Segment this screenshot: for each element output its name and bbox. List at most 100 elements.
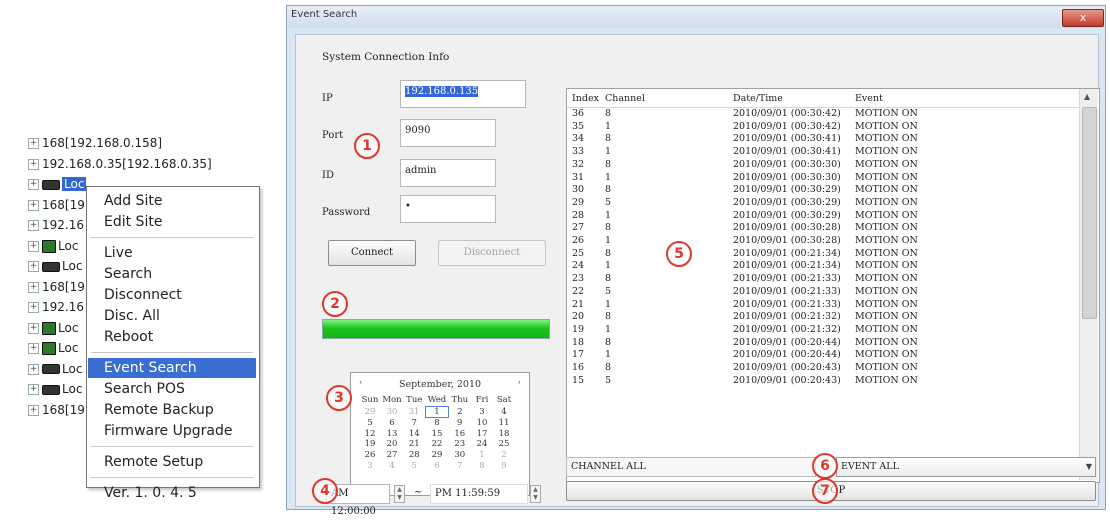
calendar-day[interactable]: 10 [471, 418, 493, 429]
calendar-day[interactable]: 11 [493, 418, 515, 429]
calendar-day[interactable]: 1 [425, 405, 449, 419]
tree-item[interactable]: + Loc [28, 338, 78, 358]
disconnect-button[interactable]: Disconnect [438, 240, 546, 266]
calendar-day[interactable]: 8 [426, 418, 449, 429]
menu-item-ver-1-0-4-5[interactable]: Ver. 1. 0. 4. 5 [88, 483, 256, 503]
table-row[interactable]: 23 8 2010/09/01 (00:21:33) MOTION ON [567, 273, 1079, 286]
tree-item[interactable]: +192.16 [28, 215, 84, 235]
menu-item-disc-all[interactable]: Disc. All [88, 306, 256, 326]
menu-item-edit-site[interactable]: Edit Site [88, 212, 256, 232]
table-row[interactable]: 30 8 2010/09/01 (00:30:29) MOTION ON [567, 184, 1079, 197]
tree-item[interactable]: + Loc [28, 174, 87, 194]
expand-icon[interactable]: + [28, 302, 39, 313]
calendar-day[interactable]: 16 [449, 429, 472, 440]
table-row[interactable]: 32 8 2010/09/01 (00:30:30) MOTION ON [567, 159, 1079, 172]
column-header[interactable]: Date/Time [733, 93, 783, 104]
calendar-day[interactable]: 9 [493, 461, 515, 472]
table-row[interactable]: 17 1 2010/09/01 (00:20:44) MOTION ON [567, 349, 1079, 362]
port-field[interactable]: 9090 [400, 119, 496, 147]
tree-item[interactable]: + Loc [28, 318, 78, 338]
menu-item-event-search[interactable]: Event Search [88, 358, 256, 378]
expand-icon[interactable]: + [28, 363, 39, 375]
expand-icon[interactable]: + [28, 384, 39, 395]
menu-item-search-pos[interactable]: Search POS [88, 379, 256, 399]
table-row[interactable]: 19 1 2010/09/01 (00:21:32) MOTION ON [567, 324, 1079, 337]
expand-icon[interactable]: + [28, 158, 39, 170]
calendar-day[interactable]: 3 [471, 406, 493, 418]
calendar-day[interactable]: 8 [471, 461, 493, 472]
expand-icon[interactable]: + [28, 343, 39, 354]
table-row[interactable]: 35 1 2010/09/01 (00:30:42) MOTION ON [567, 121, 1079, 134]
expand-icon[interactable]: + [28, 138, 39, 149]
calendar-day[interactable]: 28 [403, 450, 426, 461]
menu-item-live[interactable]: Live [88, 243, 256, 263]
expand-icon[interactable]: + [28, 404, 39, 416]
calendar-day[interactable]: 6 [381, 418, 403, 429]
tree-item[interactable]: + Loc [28, 359, 82, 379]
calendar-day[interactable]: 30 [381, 406, 403, 418]
tree-item[interactable]: +168[19 [28, 277, 85, 297]
channel-filter-select[interactable]: CHANNEL ALL [566, 457, 816, 477]
table-row[interactable]: 28 1 2010/09/01 (00:30:29) MOTION ON [567, 210, 1079, 223]
calendar-day[interactable]: 25 [493, 439, 515, 450]
calendar-day[interactable]: 29 [359, 406, 381, 418]
calendar-day[interactable]: 7 [449, 461, 472, 472]
tree-item[interactable]: + Loc [28, 379, 82, 399]
menu-item-remote-backup[interactable]: Remote Backup [88, 400, 256, 420]
calendar-day[interactable]: 17 [471, 429, 493, 440]
calendar-day[interactable]: 14 [403, 429, 426, 440]
expand-icon[interactable]: + [28, 199, 39, 211]
expand-icon[interactable]: + [28, 281, 39, 293]
table-row[interactable]: 26 1 2010/09/01 (00:30:28) MOTION ON [567, 235, 1079, 248]
table-row[interactable]: 21 1 2010/09/01 (00:21:33) MOTION ON [567, 299, 1079, 312]
end-time-spinner[interactable]: ▲ ▼ [530, 485, 541, 503]
ip-field[interactable]: 192.168.0.135 [400, 80, 526, 108]
calendar-day[interactable]: 4 [493, 406, 515, 418]
calendar-day[interactable]: 23 [449, 439, 472, 450]
calendar-next-icon[interactable]: › [517, 378, 521, 388]
calendar-day[interactable]: 15 [426, 429, 449, 440]
calendar-day[interactable]: 9 [449, 418, 472, 429]
table-row[interactable]: 18 8 2010/09/01 (00:20:44) MOTION ON [567, 337, 1079, 350]
id-field[interactable]: admin [400, 159, 496, 187]
table-row[interactable]: 29 5 2010/09/01 (00:30:29) MOTION ON [567, 197, 1079, 210]
menu-item-firmware-upgrade[interactable]: Firmware Upgrade [88, 421, 256, 441]
expand-icon[interactable]: + [28, 220, 39, 231]
table-row[interactable]: 15 5 2010/09/01 (00:20:43) MOTION ON [567, 375, 1079, 388]
table-row[interactable]: 25 8 2010/09/01 (00:21:34) MOTION ON [567, 248, 1079, 261]
scroll-up-icon[interactable]: ▲ [1084, 92, 1090, 101]
menu-item-search[interactable]: Search [88, 264, 256, 284]
calendar-day[interactable]: 2 [493, 450, 515, 461]
table-row[interactable]: 27 8 2010/09/01 (00:30:28) MOTION ON [567, 222, 1079, 235]
tree-item[interactable]: +168[19 [28, 400, 85, 420]
scroll-thumb[interactable] [1082, 107, 1097, 319]
event-list-scrollbar[interactable]: ▲ ▼ [1079, 89, 1098, 480]
table-row[interactable]: 20 8 2010/09/01 (00:21:32) MOTION ON [567, 311, 1079, 324]
menu-item-reboot[interactable]: Reboot [88, 327, 256, 347]
calendar-day[interactable]: 2 [449, 406, 472, 418]
calendar-day[interactable]: 31 [403, 406, 426, 418]
menu-item-disconnect[interactable]: Disconnect [88, 285, 256, 305]
calendar-day[interactable]: 12 [359, 429, 381, 440]
connect-button[interactable]: Connect [328, 240, 416, 266]
title-bar[interactable]: Event Search x [287, 6, 1105, 28]
menu-item-add-site[interactable]: Add Site [88, 191, 256, 211]
calendar-day[interactable]: 20 [381, 439, 403, 450]
expand-icon[interactable]: + [28, 261, 39, 272]
table-row[interactable]: 34 8 2010/09/01 (00:30:41) MOTION ON [567, 133, 1079, 146]
calendar-day[interactable]: 29 [426, 450, 449, 461]
calendar[interactable]: ‹ September, 2010 › Sun Mon Tue Wed Thu Fri Sa… [350, 372, 530, 496]
column-header[interactable]: Event [855, 93, 883, 104]
table-row[interactable]: 36 8 2010/09/01 (00:30:42) MOTION ON [567, 108, 1079, 121]
table-row[interactable]: 16 8 2010/09/01 (00:20:43) MOTION ON [567, 362, 1079, 375]
tree-item[interactable]: +192.16 [28, 297, 84, 317]
expand-icon[interactable]: + [28, 179, 39, 190]
calendar-day[interactable]: 5 [359, 418, 381, 429]
password-field[interactable]: • [400, 195, 496, 223]
calendar-day[interactable]: 19 [359, 439, 381, 450]
calendar-day[interactable]: 26 [359, 450, 381, 461]
calendar-day[interactable]: 6 [426, 461, 449, 472]
tree-item[interactable]: + Loc [28, 256, 82, 276]
calendar-day[interactable]: 30 [449, 450, 472, 461]
end-time-field[interactable]: PM 11:59:59 [430, 484, 528, 504]
